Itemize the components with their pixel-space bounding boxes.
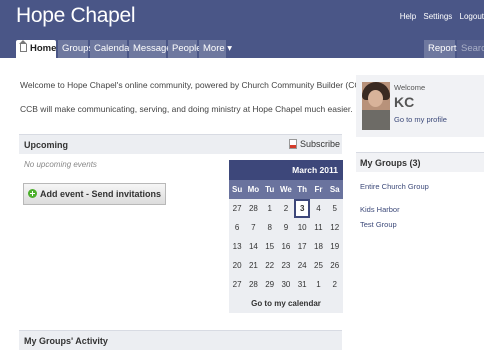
mini-calendar: March 2011 Su Mo Tu We Th Fr Sa 27 28 1 … [229, 160, 343, 313]
calendar-day[interactable]: 25 [310, 256, 326, 275]
go-to-calendar-link[interactable]: Go to my calendar [229, 294, 343, 313]
calendar-day[interactable]: 14 [245, 237, 261, 256]
my-groups-title: My Groups (3) [360, 158, 421, 168]
tab-messages[interactable]: Messages [129, 40, 176, 58]
calendar-day[interactable]: 8 [262, 218, 278, 237]
calendar-day[interactable]: 7 [245, 218, 261, 237]
tab-more[interactable]: More ▾ [199, 40, 232, 58]
calendar-day[interactable]: 28 [245, 275, 261, 294]
add-icon [27, 189, 37, 198]
tab-people[interactable]: People [168, 40, 202, 58]
user-name: KC [394, 94, 415, 110]
calendar-day[interactable]: 1 [262, 199, 278, 218]
my-groups-header: My Groups (3) [356, 152, 484, 172]
calendar-day[interactable]: 17 [294, 237, 310, 256]
calendar-day[interactable]: 4 [310, 199, 326, 218]
logout-link[interactable]: Logout [460, 12, 484, 21]
calendar-day[interactable]: 29 [262, 275, 278, 294]
weekday-label: Mo [247, 185, 260, 194]
subscribe-link[interactable]: Subscribe [288, 139, 340, 149]
calendar-day-today[interactable]: 3 [294, 199, 311, 218]
group-link[interactable]: Entire Church Group [360, 182, 429, 191]
add-event-label: Add event - Send invitations [39, 189, 161, 199]
calendar-day[interactable]: 16 [278, 237, 294, 256]
calendar-week: 27 28 29 30 31 1 2 [229, 275, 343, 294]
calendar-day[interactable]: 1 [310, 275, 326, 294]
calendar-day[interactable]: 6 [229, 218, 245, 237]
activity-title: My Groups' Activity [24, 336, 108, 346]
calendar-day[interactable]: 23 [278, 256, 294, 275]
calendar-day[interactable]: 15 [262, 237, 278, 256]
calendar-day[interactable]: 19 [327, 237, 343, 256]
profile-link[interactable]: Go to my profile [394, 115, 447, 124]
home-icon [19, 40, 27, 52]
weekday-label: We [280, 185, 292, 194]
upcoming-header: Upcoming Subscribe [19, 134, 342, 154]
calendar-week: 20 21 22 23 24 25 26 [229, 256, 343, 275]
tab-home-label: Home [30, 43, 57, 54]
profile-panel: Welcome KC Go to my profile [356, 75, 484, 137]
calendar-weekdays: Su Mo Tu We Th Fr Sa [229, 180, 343, 199]
calendar-week: 13 14 15 16 17 18 19 [229, 237, 343, 256]
calendar-day[interactable]: 13 [229, 237, 245, 256]
group-link[interactable]: Test Group [360, 220, 397, 229]
tab-search[interactable]: Search [457, 40, 484, 58]
calendar-day[interactable]: 30 [278, 275, 294, 294]
activity-header: My Groups' Activity [19, 330, 342, 350]
weekday-label: Tu [265, 185, 275, 194]
utility-links: Help Settings Logout [395, 12, 484, 21]
help-link[interactable]: Help [400, 12, 416, 21]
intro-line-2: CCB will make communicating, serving, an… [20, 104, 353, 114]
weekday-label: Fr [314, 185, 323, 194]
app-title[interactable]: Hope Chapel [16, 4, 136, 28]
add-event-button[interactable]: Add event - Send invitations [23, 183, 166, 205]
weekday-label: Sa [329, 185, 340, 194]
calendar-day[interactable]: 20 [229, 256, 245, 275]
upcoming-title: Upcoming [24, 140, 68, 150]
main-nav: Home Groups Calendar Messages People Mor… [0, 37, 484, 58]
calendar-day[interactable]: 18 [310, 237, 326, 256]
settings-link[interactable]: Settings [423, 12, 452, 21]
top-header: Hope Chapel Help Settings Logout [0, 0, 484, 37]
intro-line-1: Welcome to Hope Chapel's online communit… [20, 80, 372, 90]
calendar-day[interactable]: 11 [310, 218, 326, 237]
subscribe-label: Subscribe [299, 139, 340, 149]
calendar-day[interactable]: 2 [327, 275, 343, 294]
welcome-label: Welcome [394, 83, 426, 92]
calendar-day[interactable]: 21 [245, 256, 261, 275]
calendar-day[interactable]: 24 [294, 256, 310, 275]
weekday-label: Th [297, 185, 308, 194]
calendar-day[interactable]: 10 [294, 218, 310, 237]
calendar-day[interactable]: 22 [262, 256, 278, 275]
calendar-day[interactable]: 28 [245, 199, 261, 218]
calendar-day[interactable]: 5 [327, 199, 343, 218]
calendar-file-icon [288, 139, 297, 149]
calendar-day[interactable]: 12 [327, 218, 343, 237]
no-events-text: No upcoming events [24, 160, 97, 169]
calendar-day[interactable]: 26 [327, 256, 343, 275]
calendar-day[interactable]: 2 [278, 199, 294, 218]
group-link[interactable]: Kids Harbor [360, 205, 400, 214]
calendar-day[interactable]: 31 [294, 275, 310, 294]
tab-groups[interactable]: Groups [58, 40, 93, 58]
avatar[interactable] [362, 82, 390, 130]
calendar-day[interactable]: 27 [229, 199, 245, 218]
calendar-day[interactable]: 9 [278, 218, 294, 237]
calendar-week: 27 28 1 2 3 4 5 [229, 199, 343, 218]
calendar-day[interactable]: 27 [229, 275, 245, 294]
weekday-label: Su [232, 185, 243, 194]
tab-reports[interactable]: Reports [424, 40, 461, 58]
calendar-week: 6 7 8 9 10 11 12 [229, 218, 343, 237]
tab-calendar[interactable]: Calendar [90, 40, 133, 58]
tab-home[interactable]: Home [16, 40, 56, 58]
calendar-month: March 2011 [229, 160, 343, 180]
